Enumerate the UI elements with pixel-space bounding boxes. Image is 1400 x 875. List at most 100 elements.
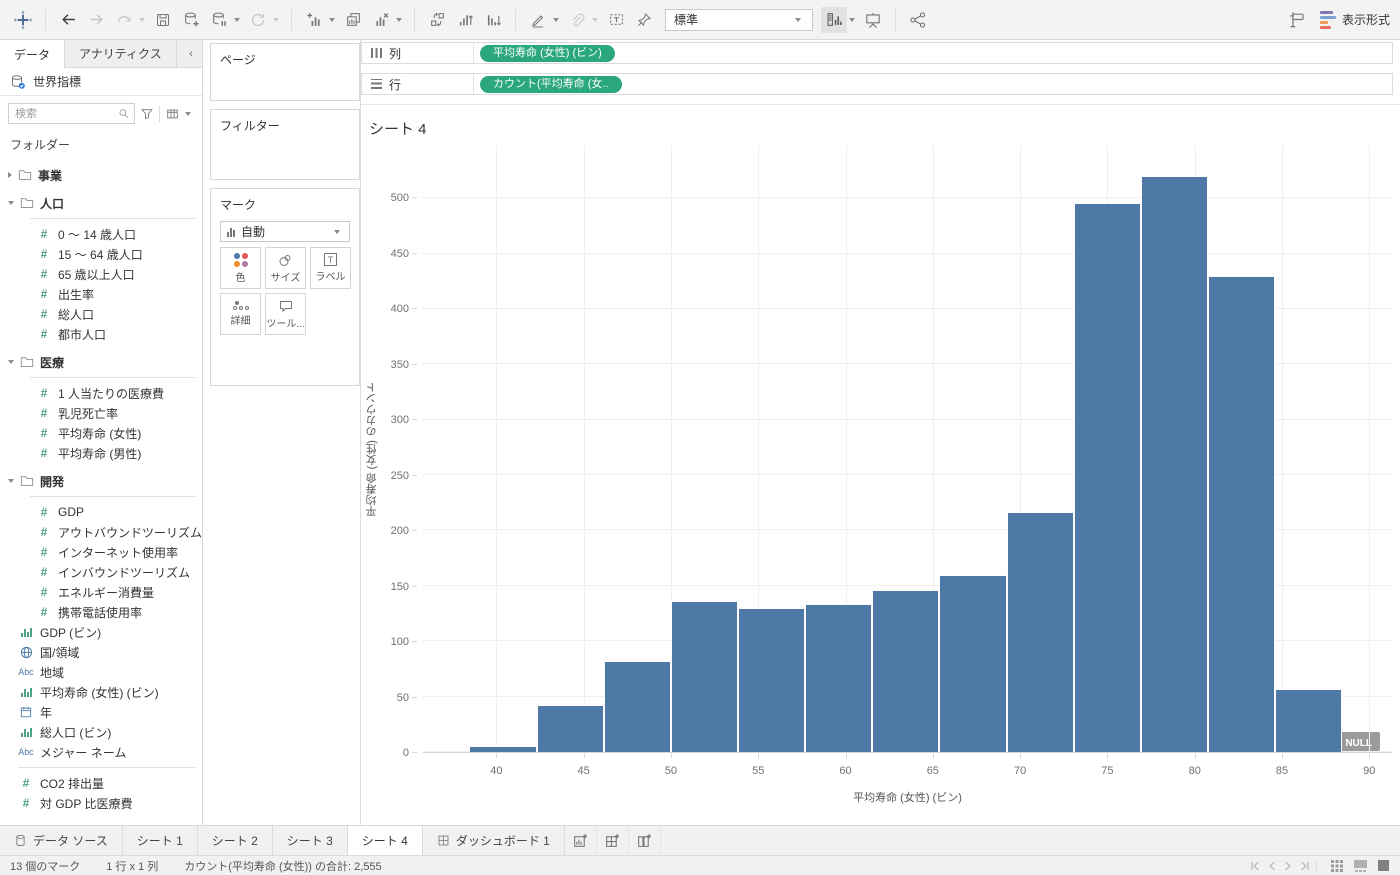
field-row[interactable]: # エネルギー消費量	[0, 582, 202, 602]
histogram-bar[interactable]	[1275, 688, 1343, 752]
collapse-pane-icon[interactable]: ‹	[180, 40, 202, 67]
field-row[interactable]: Abc メジャー ネーム	[0, 742, 202, 762]
sheet-tab-active[interactable]: シート 4	[347, 826, 423, 855]
fit-mode-select[interactable]: 標準	[665, 8, 813, 31]
show-cards-dropdown-caret[interactable]	[849, 17, 855, 22]
tab-analytics[interactable]: アナリティクス	[65, 40, 177, 67]
duplicate-sheet-icon[interactable]	[340, 7, 366, 33]
sheet-tab[interactable]: ダッシュボード 1	[423, 826, 565, 855]
field-row[interactable]: Abc 地域	[0, 662, 202, 682]
group-members-icon[interactable]	[564, 7, 590, 33]
sheet-tab[interactable]: シート 2	[198, 826, 273, 855]
field-row[interactable]: 年	[0, 702, 202, 722]
columns-pill[interactable]: 平均寿命 (女性) (ビン)	[480, 44, 615, 62]
refresh-icon[interactable]	[245, 7, 271, 33]
tableau-logo-icon[interactable]	[10, 7, 36, 33]
show-sheet-icon[interactable]	[1377, 859, 1390, 872]
pause-dropdown-caret[interactable]	[234, 17, 240, 22]
histogram-bar[interactable]	[536, 705, 604, 752]
field-row[interactable]: # インターネット使用率	[0, 542, 202, 562]
clear-sheet-icon[interactable]	[368, 7, 394, 33]
view-options-caret[interactable]	[185, 111, 191, 116]
pages-shelf[interactable]: ページ	[210, 43, 360, 101]
new-story-tab-button[interactable]	[629, 826, 661, 855]
show-cards-icon[interactable]	[821, 6, 847, 33]
field-row[interactable]: # 都市人口	[0, 324, 202, 344]
folder-expanded-caret[interactable]	[8, 360, 14, 364]
save-icon[interactable]	[150, 7, 176, 33]
new-datasource-icon[interactable]	[178, 7, 204, 33]
tab-data[interactable]: データ	[0, 40, 66, 68]
field-row[interactable]: 国/領域	[0, 642, 202, 662]
field-row[interactable]: # アウトバウンドツーリズム	[0, 522, 202, 542]
mark-type-select[interactable]: 自動	[220, 221, 350, 242]
field-row[interactable]: GDP (ビン)	[0, 622, 202, 642]
rows-shelf[interactable]: 行 カウント(平均寿命 (女..	[361, 73, 1393, 95]
redo-icon[interactable]	[111, 7, 137, 33]
histogram-bar[interactable]	[1006, 511, 1074, 752]
swap-axes-icon[interactable]	[424, 7, 450, 33]
new-worksheet-icon[interactable]	[301, 7, 327, 33]
label-button[interactable]: T ラベル	[310, 247, 351, 289]
back-icon[interactable]	[55, 7, 81, 33]
histogram-bar[interactable]	[1073, 202, 1141, 752]
search-input[interactable]	[15, 107, 119, 120]
search-box[interactable]	[8, 103, 135, 124]
field-row[interactable]: #65 歳以上人口	[0, 264, 202, 284]
field-row[interactable]: # CO2 排出量	[0, 773, 202, 793]
columns-shelf[interactable]: 列 平均寿命 (女性) (ビン)	[361, 42, 1393, 64]
field-row[interactable]: # 出生率	[0, 284, 202, 304]
histogram-bar[interactable]	[939, 574, 1007, 752]
field-row[interactable]: # GDP	[0, 502, 202, 522]
new-dashboard-tab-button[interactable]	[597, 826, 629, 855]
histogram-bar[interactable]	[469, 746, 537, 752]
rows-pill[interactable]: カウント(平均寿命 (女..	[480, 75, 622, 93]
folder-expanded-caret[interactable]	[8, 479, 14, 483]
folder-row[interactable]: 事業	[0, 165, 202, 185]
tooltip-button[interactable]: ツール...	[265, 293, 306, 335]
histogram-bar[interactable]	[805, 603, 873, 752]
histogram-bar[interactable]	[872, 590, 940, 752]
folder-row[interactable]: 医療	[0, 352, 202, 372]
sheet-tab[interactable]: シート 3	[273, 826, 348, 855]
highlight-dropdown-caret[interactable]	[553, 17, 559, 22]
last-sheet-icon[interactable]	[1300, 861, 1310, 871]
tooltip-mode-icon[interactable]	[1284, 7, 1310, 33]
histogram-bar[interactable]	[738, 608, 806, 752]
field-row[interactable]: 総人口 (ビン)	[0, 722, 202, 742]
next-sheet-icon[interactable]	[1284, 861, 1292, 871]
field-row[interactable]: # インバウンドツーリズム	[0, 562, 202, 582]
highlight-icon[interactable]	[525, 7, 551, 33]
field-row[interactable]: # 平均寿命 (男性)	[0, 443, 202, 463]
presentation-mode-icon[interactable]	[860, 7, 886, 33]
datasource-row[interactable]: 世界指標	[0, 68, 202, 96]
folder-row[interactable]: 人口	[0, 193, 202, 213]
field-row[interactable]: #15 ～ 64 歳人口	[0, 244, 202, 264]
show-me-button[interactable]: 表示形式	[1319, 10, 1390, 29]
prev-sheet-icon[interactable]	[1268, 861, 1276, 871]
sheet-tab[interactable]: シート 1	[123, 826, 198, 855]
field-row[interactable]: 平均寿命 (女性) (ビン)	[0, 682, 202, 702]
size-button[interactable]: サイズ	[265, 247, 306, 289]
view-options-icon[interactable]	[165, 107, 180, 121]
share-icon[interactable]	[905, 7, 931, 33]
field-row[interactable]: # 平均寿命 (女性)	[0, 423, 202, 443]
redo-dropdown-caret[interactable]	[139, 17, 145, 22]
folder-collapsed-caret[interactable]	[8, 172, 12, 178]
group-dropdown-caret[interactable]	[592, 17, 598, 22]
histogram-bar[interactable]	[603, 661, 671, 752]
plot-area[interactable]: 1 個の NULL	[423, 145, 1392, 753]
new-worksheet-dropdown-caret[interactable]	[329, 17, 335, 22]
field-row[interactable]: #1 人当たりの医療費	[0, 383, 202, 403]
field-row[interactable]: # 携帯電話使用率	[0, 602, 202, 622]
histogram-bar[interactable]	[1140, 176, 1209, 752]
field-row[interactable]: # 対 GDP 比医療費	[0, 793, 202, 813]
sort-descending-icon[interactable]	[480, 7, 506, 33]
filters-shelf[interactable]: フィルター	[210, 109, 360, 180]
detail-button[interactable]: 詳細	[220, 293, 261, 335]
show-filmstrip-icon[interactable]	[1353, 859, 1368, 873]
clear-sheet-dropdown-caret[interactable]	[396, 17, 402, 22]
refresh-dropdown-caret[interactable]	[273, 17, 279, 22]
new-worksheet-tab-button[interactable]	[565, 826, 597, 855]
show-tabs-icon[interactable]	[1330, 859, 1344, 873]
